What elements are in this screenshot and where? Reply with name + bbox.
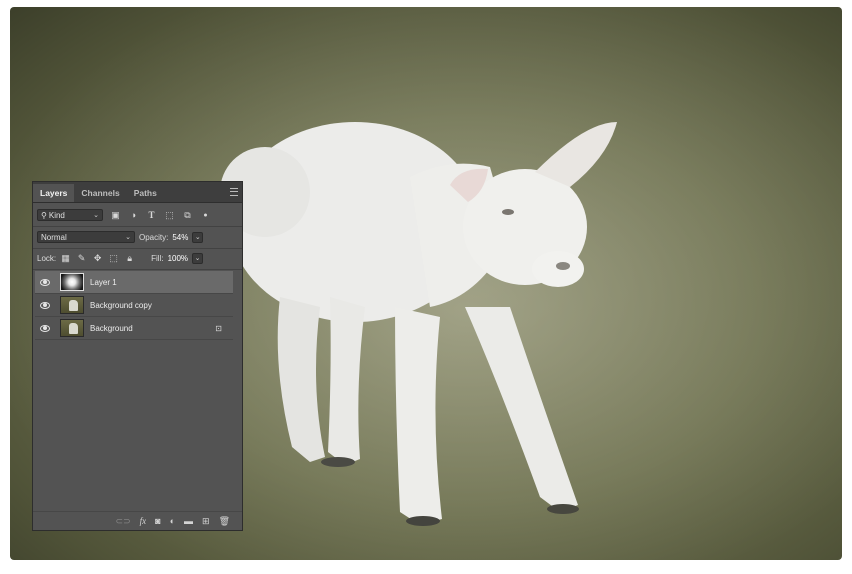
fill-slider-dropdown[interactable]: ⌄: [192, 252, 204, 264]
adjustment-icon[interactable]: ◐: [170, 516, 175, 526]
layer-thumbnail-gradient: [60, 273, 84, 291]
opacity-slider-dropdown[interactable]: ⌄: [192, 231, 204, 243]
tab-paths[interactable]: Paths: [127, 184, 164, 202]
visibility-eye-icon[interactable]: [40, 324, 50, 332]
panel-tab-bar: Layers Channels Paths: [33, 182, 242, 203]
fx-icon[interactable]: fx: [140, 516, 147, 526]
layer-name: Background: [90, 323, 133, 333]
chevron-down-icon: ⌄: [125, 234, 131, 241]
trash-icon[interactable]: 🗑︎: [219, 516, 230, 526]
image-filter-icon[interactable]: ▣: [110, 210, 121, 221]
adjustment-filter-icon[interactable]: ◑: [128, 210, 139, 221]
mask-icon[interactable]: ◙: [155, 516, 160, 526]
layer-name: Background copy: [90, 300, 152, 310]
new-layer-icon[interactable]: ⊞: [202, 516, 210, 526]
blend-mode-value: Normal: [41, 232, 67, 242]
layer-lock-icon: ⊡: [215, 324, 222, 333]
folder-icon[interactable]: ▬: [184, 516, 193, 526]
link-icon[interactable]: ⊂⊃: [116, 516, 131, 526]
type-filter-icon[interactable]: T: [146, 210, 157, 221]
panel-footer: ⊂⊃ fx ◙ ◐ ▬ ⊞ 🗑︎: [33, 511, 242, 530]
filter-row: ⚲ Kind ⌄ ▣ ◑ T ⬚ ⧉ ●: [33, 206, 242, 224]
layer-thumbnail-photo: [60, 319, 84, 337]
lock-all-icon[interactable]: 🔒︎: [124, 253, 135, 264]
opacity-label: Opacity:: [139, 232, 169, 242]
tab-channels[interactable]: Channels: [74, 184, 126, 202]
lock-image-icon[interactable]: ✎: [76, 253, 87, 264]
fill-value[interactable]: 100%: [168, 254, 188, 263]
opacity-value[interactable]: 54%: [172, 233, 188, 242]
blend-row: Normal ⌄ Opacity: 54% ⌄: [33, 228, 242, 246]
visibility-eye-icon[interactable]: [40, 278, 50, 286]
panel-menu-icon[interactable]: [230, 188, 238, 196]
filter-kind-label: Kind: [48, 210, 65, 220]
lock-transparent-icon[interactable]: ▦: [60, 253, 71, 264]
lock-artboard-icon[interactable]: ⬚: [108, 253, 119, 264]
visibility-eye-icon[interactable]: [40, 301, 50, 309]
search-icon: ⚲: [41, 210, 47, 220]
filter-kind-dropdown[interactable]: ⚲ Kind ⌄: [37, 209, 103, 221]
layer-row-background[interactable]: Background ⊡: [35, 317, 233, 340]
lock-row: Lock: ▦ ✎ ✥ ⬚ 🔒︎ Fill: 100% ⌄: [33, 249, 242, 267]
tab-layers[interactable]: Layers: [33, 184, 75, 202]
blend-mode-dropdown[interactable]: Normal ⌄: [37, 231, 135, 243]
layer-row-layer-1[interactable]: Layer 1: [35, 271, 233, 294]
layer-thumbnail-photo: [60, 296, 84, 314]
layer-name: Layer 1: [90, 277, 117, 287]
chevron-down-icon: ⌄: [93, 212, 99, 219]
shape-filter-icon[interactable]: ⬚: [164, 210, 175, 221]
layers-panel: Layers Channels Paths ⚲ Kind ⌄ ▣ ◑ T ⬚ ⧉…: [32, 181, 243, 531]
lock-position-icon[interactable]: ✥: [92, 253, 103, 264]
fill-label: Fill:: [151, 253, 164, 263]
lock-label: Lock:: [37, 253, 57, 263]
layer-row-background-copy[interactable]: Background copy: [35, 294, 233, 317]
smart-object-filter-icon[interactable]: ⧉: [182, 210, 193, 221]
filter-toggle-icon[interactable]: ●: [200, 210, 211, 221]
